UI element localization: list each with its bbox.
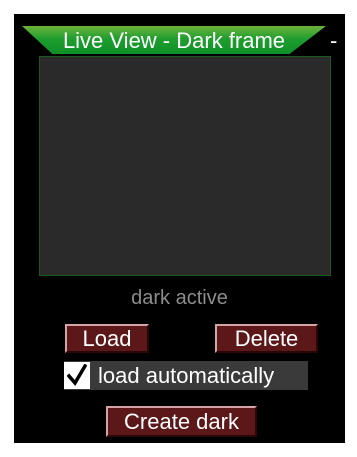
stage: Live View - Dark frame - dark active Loa… (0, 0, 357, 457)
load-automatically-label: load automatically (98, 363, 275, 388)
dark-status-text: dark active (131, 287, 228, 309)
dark-frame-panel: Live View - Dark frame - dark active Loa… (14, 14, 345, 443)
create-dark-button[interactable]: Create dark (106, 406, 257, 437)
delete-button[interactable]: Delete (215, 324, 318, 353)
checkmark-icon (67, 364, 87, 386)
live-view-preview (39, 56, 331, 276)
load-button[interactable]: Load (65, 324, 149, 353)
minimize-button[interactable]: - (330, 27, 337, 55)
window-title: Live View - Dark frame (62, 28, 286, 53)
load-automatically-option[interactable]: load automatically (64, 361, 308, 390)
load-automatically-checkbox[interactable] (64, 362, 90, 389)
